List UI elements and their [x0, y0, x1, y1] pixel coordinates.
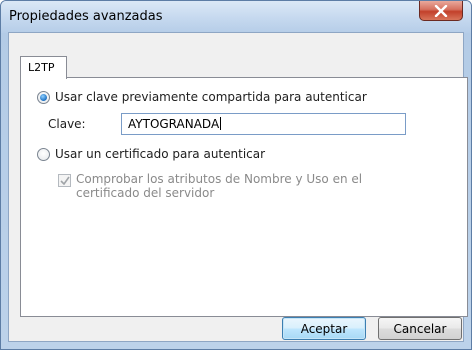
cert-radio[interactable] [37, 147, 50, 161]
dialog-window: Propiedades avanzadas L2TP Usar clave pr… [0, 0, 472, 350]
verify-checkbox[interactable] [58, 174, 71, 187]
text-caret [220, 117, 222, 130]
cert-radio-label[interactable]: Usar un certificado para autenticar [55, 147, 265, 161]
psk-radio-row[interactable]: Usar clave previamente compartida para a… [37, 90, 367, 104]
key-label: Clave: [48, 117, 86, 131]
tab-l2tp[interactable]: L2TP [20, 56, 68, 79]
psk-radio[interactable] [37, 90, 50, 104]
window-title: Propiedades avanzadas [9, 9, 163, 24]
accept-button[interactable]: Aceptar [282, 317, 366, 340]
check-icon [59, 176, 70, 185]
key-input[interactable]: AYTOGRANADA [121, 113, 406, 135]
verify-checkbox-row[interactable]: Comprobar los atributos de Nombre y Uso … [58, 172, 428, 200]
close-button[interactable] [419, 1, 463, 21]
verify-checkbox-label: Comprobar los atributos de Nombre y Uso … [76, 172, 363, 200]
close-icon [434, 4, 448, 17]
title-bar[interactable]: Propiedades avanzadas [1, 1, 471, 33]
cancel-button[interactable]: Cancelar [378, 317, 462, 340]
tab-panel-l2tp: Usar clave previamente compartida para a… [20, 77, 468, 317]
cert-radio-row[interactable]: Usar un certificado para autenticar [37, 147, 265, 161]
key-input-value: AYTOGRANADA [128, 117, 220, 131]
radio-selected-dot [40, 93, 47, 101]
psk-radio-label[interactable]: Usar clave previamente compartida para a… [55, 90, 367, 104]
dialog-client-area: L2TP Usar clave previamente compartida p… [8, 32, 468, 342]
